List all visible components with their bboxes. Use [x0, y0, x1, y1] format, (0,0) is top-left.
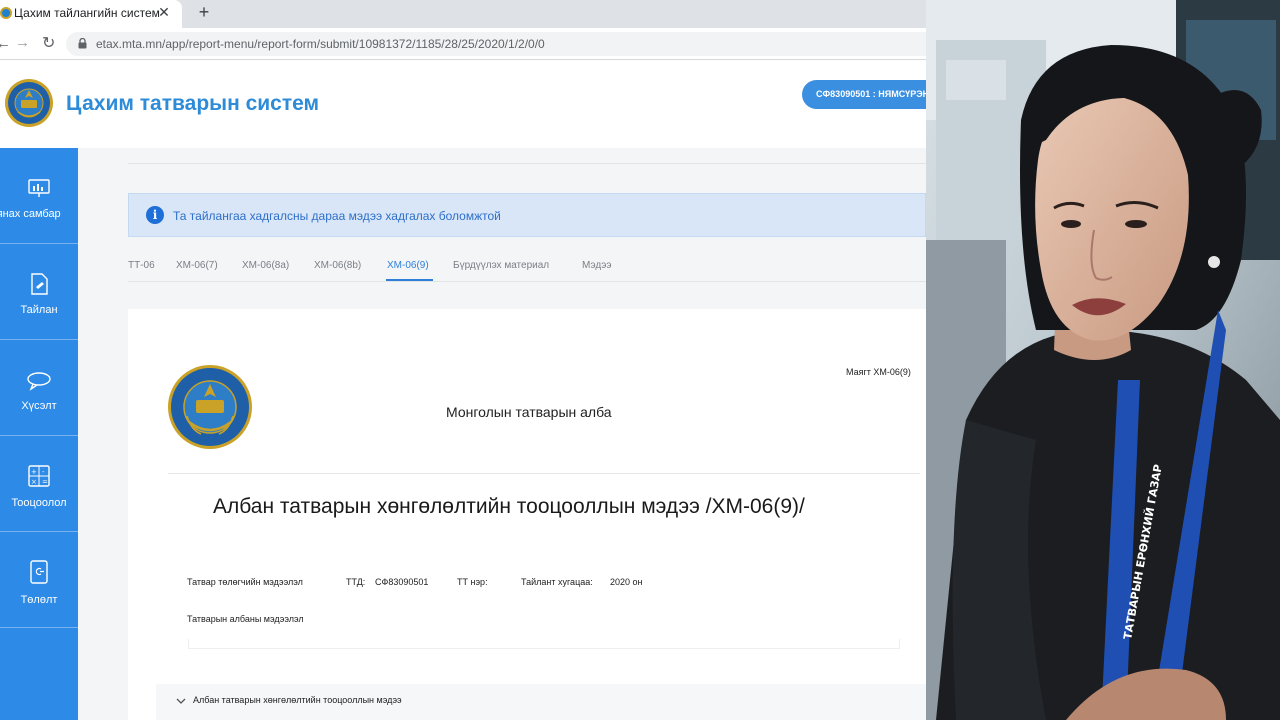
- lock-icon: [78, 38, 87, 49]
- taxpayer-label: Татвар төлөгчийн мэдээлэл: [187, 577, 303, 587]
- url-input[interactable]: etax.mta.mn/app/report-menu/report-form/…: [66, 32, 926, 56]
- tab-hm-06-8a[interactable]: ХМ-06(8a): [242, 260, 289, 271]
- tab-hm-06-9[interactable]: ХМ-06(9): [387, 260, 429, 271]
- svg-text:+: +: [31, 468, 37, 476]
- divider: [168, 473, 920, 474]
- period-value: 2020 он: [610, 577, 643, 587]
- favicon-icon: [0, 7, 12, 19]
- divider: [128, 163, 926, 164]
- sidebar-label-dashboard: Хянах самбар: [0, 208, 61, 220]
- tab-materials[interactable]: Бүрдүүлэх материал: [453, 260, 549, 271]
- browser-tab[interactable]: Цахим тайлангийн систем ✕: [0, 0, 182, 28]
- ttd-value: СФ83090501: [375, 577, 429, 587]
- user-badge[interactable]: СФ83090501 : НЯМСҮРЭН: [802, 80, 926, 109]
- sidebar: Хянах самбар Тайлан Хүсэлт: [0, 148, 78, 720]
- tab-hm-06-7[interactable]: ХМ-06(7): [176, 260, 218, 271]
- calculator-icon: + - × =: [28, 465, 50, 487]
- sidebar-item-report[interactable]: Тайлан: [0, 244, 78, 340]
- svg-text:-: -: [42, 468, 45, 476]
- report-document: Маягт ХМ-06(9) Монголын татварын алба Ал…: [128, 309, 926, 720]
- info-icon: i: [146, 206, 164, 224]
- taxpayer-info: Татвар төлөгчийн мэдээлэл ТТД: СФ8309050…: [168, 567, 920, 649]
- chat-icon: [27, 372, 51, 391]
- info-alert-text: Та тайлангаа хадгалсны дараа мэдээ хадга…: [173, 209, 501, 223]
- active-tab-indicator: [386, 279, 433, 281]
- sidebar-item-calculation[interactable]: + - × = Тооцоолол: [0, 436, 78, 532]
- forward-icon[interactable]: →: [15, 34, 30, 51]
- tt-name-label: ТТ нэр:: [457, 577, 488, 587]
- svg-text:×: ×: [31, 478, 37, 486]
- report-icon: [31, 273, 48, 295]
- screen: Цахим тайлангийн систем ✕ + ← → ↻ etax.m…: [0, 0, 1280, 720]
- sidebar-item-request[interactable]: Хүсэлт: [0, 340, 78, 436]
- sidebar-label-report: Тайлан: [20, 304, 58, 316]
- section-title: Албан татварын хөнгөлөлтийн тооцооллын м…: [193, 695, 402, 705]
- browser-window: Цахим тайлангийн систем ✕ + ← → ↻ etax.m…: [0, 0, 926, 720]
- svg-text:=: =: [42, 478, 48, 486]
- url-text: etax.mta.mn/app/report-menu/report-form/…: [96, 37, 545, 51]
- main-content: i Та тайлангаа хадгалсны дараа мэдээ хад…: [78, 148, 926, 720]
- form-code: Маягт ХМ-06(9): [846, 367, 911, 377]
- tax-office-label: Татварын албаны мэдээлэл: [187, 614, 304, 624]
- organization-name: Монголын татварын алба: [446, 404, 612, 420]
- report-tabs: ТТ-06 ХМ-06(7) ХМ-06(8a) ХМ-06(8b) ХМ-06…: [128, 257, 926, 282]
- address-bar-row: ← → ↻ etax.mta.mn/app/report-menu/report…: [0, 28, 926, 60]
- tax-office-field: [188, 639, 900, 649]
- sidebar-label-payment: Төлөлт: [20, 594, 58, 606]
- presenter-photo: ТАТВАРЫН ЕРӨНХИЙ ГАЗАР: [926, 0, 1280, 720]
- dashboard-icon: [28, 179, 50, 197]
- tab-title: Цахим тайлангийн систем: [14, 6, 160, 20]
- tab-tt-06[interactable]: ТТ-06: [128, 260, 155, 271]
- collapsible-section[interactable]: Албан татварын хөнгөлөлтийн тооцооллын м…: [156, 684, 926, 720]
- sidebar-label-request: Хүсэлт: [21, 400, 57, 412]
- period-label: Тайлант хугацаа:: [521, 577, 593, 587]
- sidebar-item-dashboard[interactable]: Хянах самбар: [0, 148, 78, 244]
- tab-news[interactable]: Мэдээ: [582, 260, 611, 271]
- sidebar-label-calculation: Тооцоолол: [11, 497, 67, 509]
- mta-seal-icon: [168, 365, 252, 449]
- reload-icon[interactable]: ↻: [42, 33, 55, 53]
- chevron-down-icon[interactable]: [176, 697, 186, 705]
- ttd-label: ТТД:: [346, 577, 366, 587]
- info-alert: i Та тайлангаа хадгалсны дараа мэдээ хад…: [128, 193, 926, 237]
- tab-strip: Цахим тайлангийн систем ✕ +: [0, 0, 926, 28]
- mta-logo-icon: [5, 79, 53, 127]
- back-icon[interactable]: ←: [0, 35, 11, 52]
- sidebar-item-payment[interactable]: Төлөлт: [0, 532, 78, 628]
- new-tab-icon[interactable]: +: [194, 2, 214, 24]
- document-title: Албан татварын хөнгөлөлтийн тооцооллын м…: [213, 495, 805, 518]
- app-title: Цахим татварын систем: [66, 92, 320, 115]
- app-header: Цахим татварын систем СФ83090501 : НЯМСҮ…: [0, 61, 926, 148]
- tab-hm-06-8b[interactable]: ХМ-06(8b): [314, 260, 361, 271]
- close-tab-icon[interactable]: ✕: [156, 4, 172, 22]
- payment-icon: [30, 560, 48, 584]
